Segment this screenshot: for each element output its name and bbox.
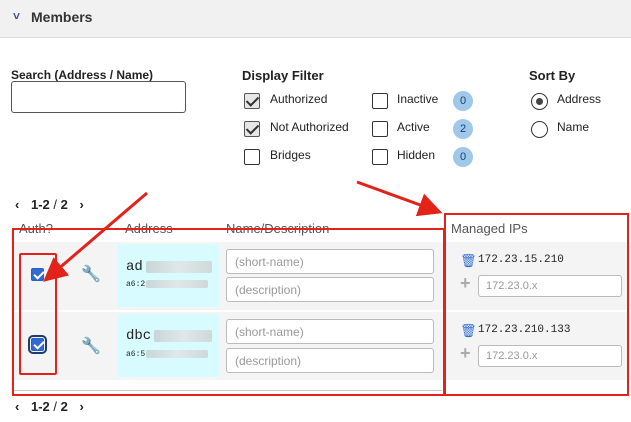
arrow-to-managed-ips <box>356 180 443 217</box>
annotation-arrows <box>43 180 443 282</box>
arrow-to-auth <box>43 191 148 282</box>
